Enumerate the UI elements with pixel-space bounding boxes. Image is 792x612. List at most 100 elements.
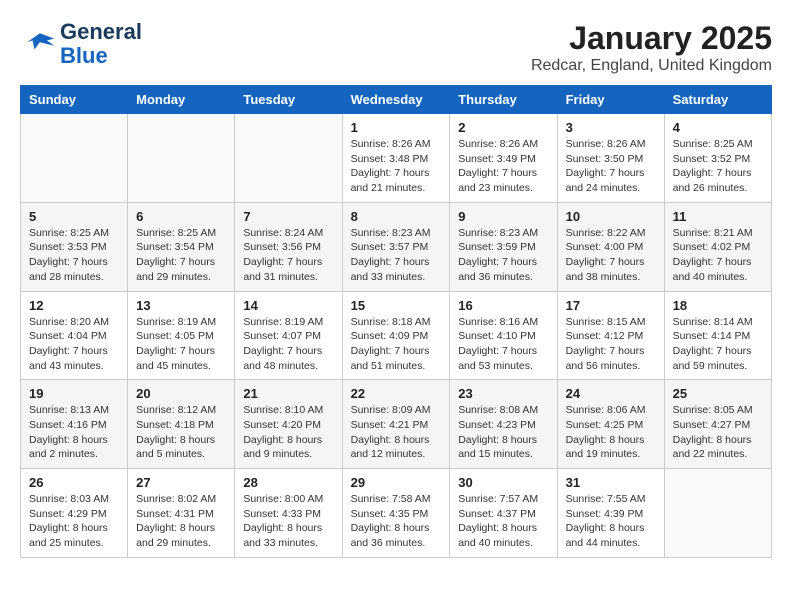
calendar-cell	[664, 469, 771, 558]
calendar-cell: 9Sunrise: 8:23 AM Sunset: 3:59 PM Daylig…	[450, 202, 557, 291]
calendar-week-5: 26Sunrise: 8:03 AM Sunset: 4:29 PM Dayli…	[21, 469, 772, 558]
calendar-cell: 21Sunrise: 8:10 AM Sunset: 4:20 PM Dayli…	[235, 380, 342, 469]
calendar-cell	[235, 114, 342, 203]
calendar-cell: 11 Sunrise: 8:21 AM Sunset: 4:02 PM Dayli…	[664, 202, 771, 291]
calendar-cell: 28 Sunrise: 8:00 AM Sunset: 4:33 PM Dayli…	[235, 469, 342, 558]
calendar-cell: 10Sunrise: 8:22 AM Sunset: 4:00 PM Dayli…	[557, 202, 664, 291]
day-number: 28	[243, 475, 333, 490]
day-number: 31	[566, 475, 656, 490]
day-info: Sunrise: 8:26 AM Sunset: 3:50 PM Dayligh…	[566, 137, 656, 196]
calendar-week-2: 5 Sunrise: 8:25 AM Sunset: 3:53 PM Daylig…	[21, 202, 772, 291]
day-info: Sunrise: 8:05 AM Sunset: 4:27 PM Dayligh…	[673, 403, 763, 462]
day-number: 21	[243, 386, 333, 401]
page-header: General Blue January 2025 Redcar, Englan…	[20, 20, 772, 75]
calendar-cell: 25 Sunrise: 8:05 AM Sunset: 4:27 PM Dayli…	[664, 380, 771, 469]
calendar-cell: 2Sunrise: 8:26 AM Sunset: 3:49 PM Daylig…	[450, 114, 557, 203]
day-info: Sunrise: 8:24 AM Sunset: 3:56 PM Dayligh…	[243, 226, 333, 285]
weekday-header-row: SundayMondayTuesdayWednesdayThursdayFrid…	[21, 86, 772, 114]
day-number: 29	[351, 475, 442, 490]
calendar-cell: 26Sunrise: 8:03 AM Sunset: 4:29 PM Dayli…	[21, 469, 128, 558]
calendar-cell: 17Sunrise: 8:15 AM Sunset: 4:12 PM Dayli…	[557, 291, 664, 380]
calendar-cell	[128, 114, 235, 203]
month-title: January 2025	[531, 20, 772, 57]
day-info: Sunrise: 8:20 AM Sunset: 4:04 PM Dayligh…	[29, 315, 119, 374]
calendar-cell	[21, 114, 128, 203]
day-info: Sunrise: 8:12 AM Sunset: 4:18 PM Dayligh…	[136, 403, 226, 462]
calendar-week-1: 1 Sunrise: 8:26 AM Sunset: 3:48 PM Daylig…	[21, 114, 772, 203]
logo: General Blue	[20, 20, 142, 68]
day-number: 18	[673, 298, 763, 313]
calendar-cell: 22 Sunrise: 8:09 AM Sunset: 4:21 PM Dayli…	[342, 380, 450, 469]
day-number: 3	[566, 120, 656, 135]
calendar-table: SundayMondayTuesdayWednesdayThursdayFrid…	[20, 85, 772, 558]
day-number: 6	[136, 209, 226, 224]
day-info: Sunrise: 8:00 AM Sunset: 4:33 PM Dayligh…	[243, 492, 333, 551]
weekday-header-wednesday: Wednesday	[342, 86, 450, 114]
weekday-header-saturday: Saturday	[664, 86, 771, 114]
day-info: Sunrise: 7:55 AM Sunset: 4:39 PM Dayligh…	[566, 492, 656, 551]
day-info: Sunrise: 8:25 AM Sunset: 3:52 PM Dayligh…	[673, 137, 763, 196]
day-number: 23	[458, 386, 548, 401]
calendar-week-3: 12Sunrise: 8:20 AM Sunset: 4:04 PM Dayli…	[21, 291, 772, 380]
calendar-cell: 29 Sunrise: 7:58 AM Sunset: 4:35 PM Dayli…	[342, 469, 450, 558]
weekday-header-tuesday: Tuesday	[235, 86, 342, 114]
calendar-cell: 18 Sunrise: 8:14 AM Sunset: 4:14 PM Dayli…	[664, 291, 771, 380]
day-info: Sunrise: 8:08 AM Sunset: 4:23 PM Dayligh…	[458, 403, 548, 462]
calendar-cell: 1 Sunrise: 8:26 AM Sunset: 3:48 PM Daylig…	[342, 114, 450, 203]
day-info: Sunrise: 8:06 AM Sunset: 4:25 PM Dayligh…	[566, 403, 656, 462]
day-number: 25	[673, 386, 763, 401]
day-info: Sunrise: 8:18 AM Sunset: 4:09 PM Dayligh…	[351, 315, 442, 374]
calendar-cell: 4Sunrise: 8:25 AM Sunset: 3:52 PM Daylig…	[664, 114, 771, 203]
day-number: 20	[136, 386, 226, 401]
calendar-cell: 14Sunrise: 8:19 AM Sunset: 4:07 PM Dayli…	[235, 291, 342, 380]
day-info: Sunrise: 7:57 AM Sunset: 4:37 PM Dayligh…	[458, 492, 548, 551]
day-info: Sunrise: 8:02 AM Sunset: 4:31 PM Dayligh…	[136, 492, 226, 551]
location-text: Redcar, England, United Kingdom	[531, 57, 772, 75]
day-number: 30	[458, 475, 548, 490]
weekday-header-monday: Monday	[128, 86, 235, 114]
day-info: Sunrise: 8:09 AM Sunset: 4:21 PM Dayligh…	[351, 403, 442, 462]
logo-general-text: General	[60, 19, 142, 44]
day-number: 27	[136, 475, 226, 490]
calendar-cell: 12Sunrise: 8:20 AM Sunset: 4:04 PM Dayli…	[21, 291, 128, 380]
calendar-cell: 5 Sunrise: 8:25 AM Sunset: 3:53 PM Daylig…	[21, 202, 128, 291]
day-info: Sunrise: 8:19 AM Sunset: 4:05 PM Dayligh…	[136, 315, 226, 374]
day-info: Sunrise: 8:23 AM Sunset: 3:59 PM Dayligh…	[458, 226, 548, 285]
day-info: Sunrise: 8:22 AM Sunset: 4:00 PM Dayligh…	[566, 226, 656, 285]
day-number: 14	[243, 298, 333, 313]
day-info: Sunrise: 8:26 AM Sunset: 3:48 PM Dayligh…	[351, 137, 442, 196]
calendar-cell: 6Sunrise: 8:25 AM Sunset: 3:54 PM Daylig…	[128, 202, 235, 291]
day-number: 8	[351, 209, 442, 224]
day-number: 13	[136, 298, 226, 313]
calendar-cell: 19Sunrise: 8:13 AM Sunset: 4:16 PM Dayli…	[21, 380, 128, 469]
calendar-cell: 15 Sunrise: 8:18 AM Sunset: 4:09 PM Dayli…	[342, 291, 450, 380]
calendar-cell: 13 Sunrise: 8:19 AM Sunset: 4:05 PM Dayli…	[128, 291, 235, 380]
title-block: January 2025 Redcar, England, United Kin…	[531, 20, 772, 75]
calendar-cell: 16Sunrise: 8:16 AM Sunset: 4:10 PM Dayli…	[450, 291, 557, 380]
day-number: 7	[243, 209, 333, 224]
day-info: Sunrise: 7:58 AM Sunset: 4:35 PM Dayligh…	[351, 492, 442, 551]
calendar-cell: 30 Sunrise: 7:57 AM Sunset: 4:37 PM Dayli…	[450, 469, 557, 558]
day-number: 5	[29, 209, 119, 224]
day-number: 11	[673, 209, 763, 224]
calendar-week-4: 19Sunrise: 8:13 AM Sunset: 4:16 PM Dayli…	[21, 380, 772, 469]
calendar-cell: 20 Sunrise: 8:12 AM Sunset: 4:18 PM Dayli…	[128, 380, 235, 469]
day-info: Sunrise: 8:25 AM Sunset: 3:53 PM Dayligh…	[29, 226, 119, 285]
logo-icon	[20, 26, 56, 62]
day-number: 1	[351, 120, 442, 135]
logo-blue-text: Blue	[60, 43, 108, 68]
calendar-cell: 31 Sunrise: 7:55 AM Sunset: 4:39 PM Dayli…	[557, 469, 664, 558]
day-number: 22	[351, 386, 442, 401]
day-info: Sunrise: 8:26 AM Sunset: 3:49 PM Dayligh…	[458, 137, 548, 196]
calendar-cell: 24Sunrise: 8:06 AM Sunset: 4:25 PM Dayli…	[557, 380, 664, 469]
day-number: 16	[458, 298, 548, 313]
day-number: 17	[566, 298, 656, 313]
day-number: 15	[351, 298, 442, 313]
calendar-cell: 3 Sunrise: 8:26 AM Sunset: 3:50 PM Daylig…	[557, 114, 664, 203]
calendar-cell: 27 Sunrise: 8:02 AM Sunset: 4:31 PM Dayli…	[128, 469, 235, 558]
day-info: Sunrise: 8:21 AM Sunset: 4:02 PM Dayligh…	[673, 226, 763, 285]
day-number: 19	[29, 386, 119, 401]
day-number: 26	[29, 475, 119, 490]
day-info: Sunrise: 8:14 AM Sunset: 4:14 PM Dayligh…	[673, 315, 763, 374]
weekday-header-thursday: Thursday	[450, 86, 557, 114]
